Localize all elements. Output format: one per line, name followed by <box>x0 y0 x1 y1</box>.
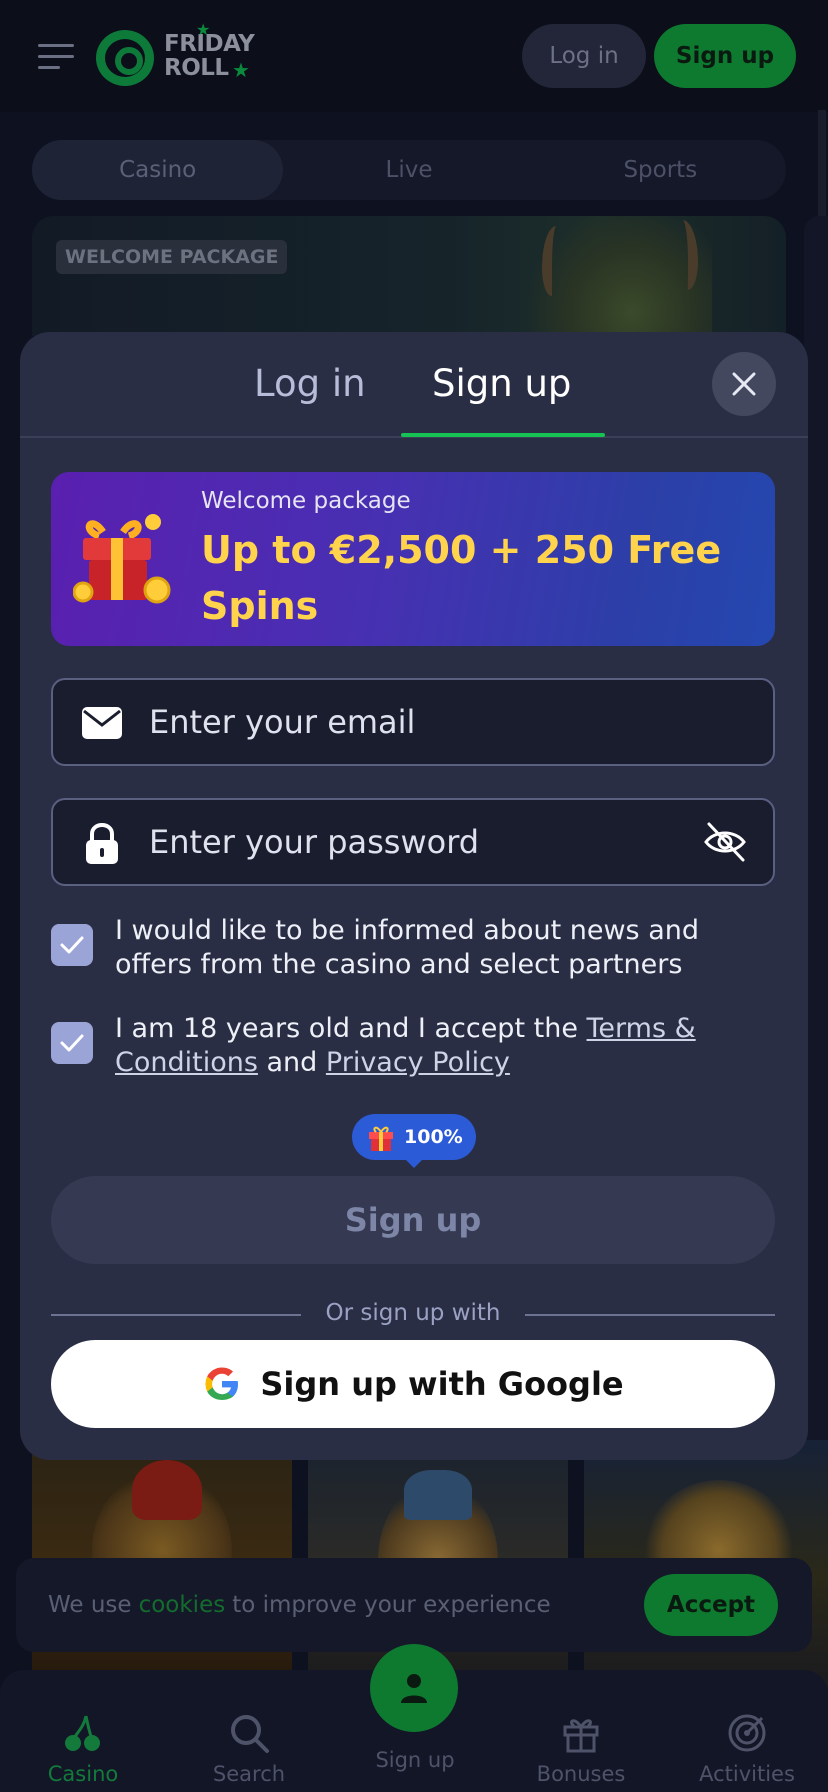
google-signup-label: Sign up with Google <box>260 1365 624 1403</box>
news-consent-checkbox[interactable] <box>51 924 93 966</box>
close-icon <box>732 372 756 396</box>
age-consent-checkbox[interactable] <box>51 1022 93 1064</box>
header-login-button[interactable]: Log in <box>522 24 646 88</box>
checkmark-icon <box>60 936 84 954</box>
cookie-text-after: to improve your experience <box>232 1592 551 1618</box>
search-icon <box>228 1712 270 1754</box>
logo-mark <box>96 30 154 86</box>
cookie-text: We use cookies to improve your experienc… <box>48 1558 551 1652</box>
cherries-icon <box>62 1712 104 1754</box>
or-divider-text: Or sign up with <box>325 1300 501 1326</box>
nav-signup-label: Sign up <box>375 1748 455 1772</box>
password-input[interactable] <box>149 800 709 884</box>
signup-submit-button[interactable]: Sign up <box>51 1176 775 1264</box>
nav-activities-label: Activities <box>699 1762 795 1786</box>
target-icon <box>726 1712 768 1754</box>
bottom-nav: Casino Search Sign up Bonuses Activities <box>0 1644 828 1792</box>
cookie-bar: We use cookies to improve your experienc… <box>16 1558 812 1652</box>
google-icon <box>205 1367 239 1400</box>
signup-modal: Log in Sign up Welcome package Up to €2,… <box>20 332 808 1460</box>
promo-banner[interactable]: WELCOME PACKAGE <box>32 216 786 336</box>
envelope-icon <box>79 700 125 746</box>
top-header: FRIDAY ROLL ★ ★ Log in Sign up <box>0 0 828 112</box>
welcome-package-card: Welcome package Up to €2,500 + 250 Free … <box>51 472 775 646</box>
cookies-link[interactable]: cookies <box>139 1592 226 1618</box>
tab-live[interactable]: Live <box>283 140 534 200</box>
nav-search-label: Search <box>212 1762 286 1786</box>
tab-signup[interactable]: Sign up <box>432 362 571 405</box>
nav-search[interactable]: Search <box>166 1670 332 1792</box>
gift-icon <box>369 1126 393 1151</box>
nav-activities[interactable]: Activities <box>664 1670 828 1792</box>
nav-bonuses[interactable]: Bonuses <box>498 1670 664 1792</box>
banner-tag: WELCOME PACKAGE <box>56 240 288 274</box>
checkmark-icon <box>60 1034 84 1052</box>
modal-tabs: Log in Sign up <box>20 332 808 438</box>
active-tab-indicator <box>401 433 605 437</box>
news-consent-label: I would like to be informed about news a… <box>115 915 700 980</box>
site-logo[interactable]: FRIDAY ROLL ★ ★ <box>96 20 266 86</box>
star-icon: ★ <box>232 58 250 82</box>
gift-icon <box>560 1712 602 1754</box>
age-consent-text: I am 18 years old and I accept the <box>115 1013 578 1044</box>
menu-icon[interactable] <box>38 44 74 69</box>
or-divider: Or sign up with <box>51 1300 775 1330</box>
promo-label: Welcome package <box>201 488 411 514</box>
gift-box-icon <box>72 510 173 610</box>
email-input[interactable] <box>149 680 709 764</box>
nav-signup-fab[interactable] <box>370 1644 458 1732</box>
tab-casino[interactable]: Casino <box>32 140 284 200</box>
tab-login[interactable]: Log in <box>254 362 366 405</box>
game-artwork <box>404 1470 472 1520</box>
lock-icon <box>79 820 125 866</box>
promo-title: Up to €2,500 + 250 Free Spins <box>201 528 722 628</box>
banner-horn <box>542 226 566 296</box>
google-signup-button[interactable]: Sign up with Google <box>51 1340 775 1428</box>
header-signup-button[interactable]: Sign up <box>654 24 796 88</box>
accept-cookies-button[interactable]: Accept <box>644 1574 778 1636</box>
category-tabs: Casino Live Sports <box>32 140 786 200</box>
close-modal-button[interactable] <box>712 352 776 416</box>
email-field[interactable] <box>51 678 775 766</box>
nav-casino[interactable]: Casino <box>0 1670 166 1792</box>
privacy-policy-link[interactable]: Privacy Policy <box>326 1047 510 1078</box>
user-icon <box>401 1674 427 1703</box>
age-consent-label: I am 18 years old and I accept the Terms… <box>115 1012 755 1080</box>
nav-casino-label: Casino <box>47 1762 119 1786</box>
tab-sports[interactable]: Sports <box>535 140 786 200</box>
game-artwork <box>132 1460 202 1520</box>
bonus-badge: 100% <box>352 1114 476 1168</box>
bonus-badge-text: 100% <box>404 1126 463 1148</box>
age-consent-and: and <box>266 1047 318 1078</box>
eye-off-icon[interactable] <box>703 820 747 864</box>
cookie-text-before: We use <box>48 1592 132 1618</box>
nav-bonuses-label: Bonuses <box>536 1762 626 1786</box>
password-field[interactable] <box>51 798 775 886</box>
star-icon: ★ <box>196 20 211 39</box>
